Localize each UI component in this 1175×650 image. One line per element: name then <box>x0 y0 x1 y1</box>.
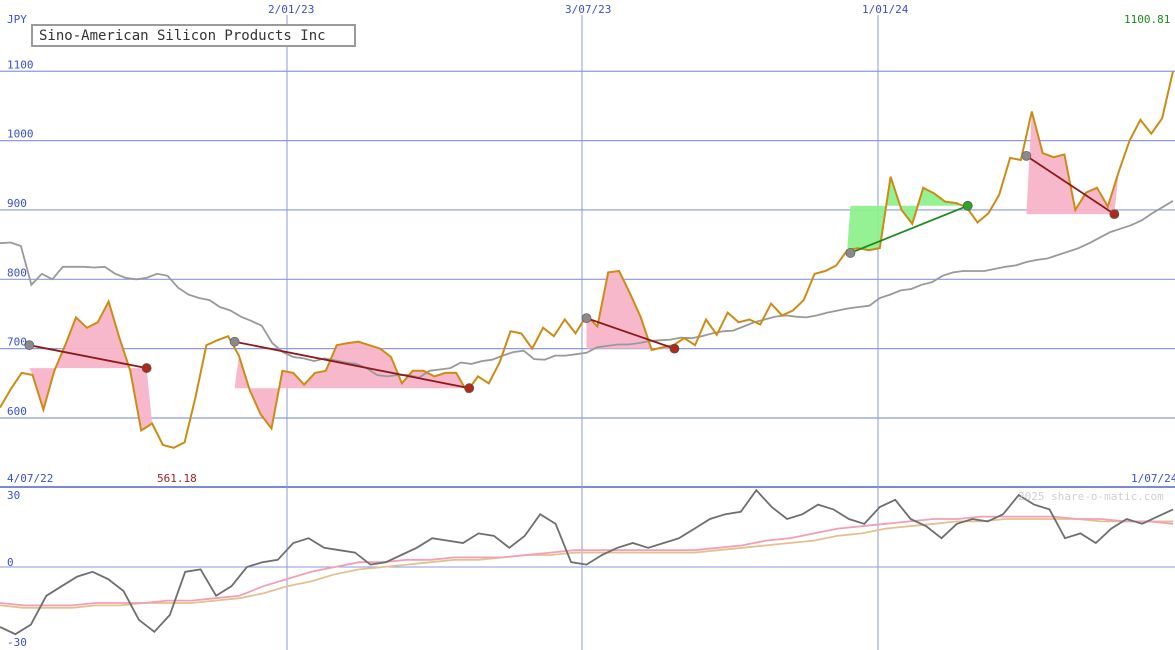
indicator-panel <box>0 488 1174 636</box>
chart-title: Sino-American Silicon Products Inc <box>31 24 356 47</box>
signal-start-dot <box>845 248 856 258</box>
signal-start-dot <box>1021 150 1032 161</box>
low-value-label: 561.18 <box>157 472 197 485</box>
y-tick-label: 600 <box>7 405 27 418</box>
signal-end-dot <box>962 200 973 211</box>
y-tick-label: 900 <box>7 197 27 210</box>
signal-fills <box>29 111 1119 431</box>
signal-end-dot <box>1109 209 1120 220</box>
stock-chart: JPY 1100.81 2/01/23 3/07/23 1/01/24 4/07… <box>0 3 1175 650</box>
y-tick-label: 1100 <box>7 58 34 71</box>
start-date-label: 4/07/22 <box>7 472 53 485</box>
indicator-tick-label: -30 <box>7 636 27 649</box>
end-date-label: 1/07/24 <box>1131 472 1175 485</box>
indicator-line <box>0 488 1174 636</box>
indicator-line <box>0 515 1174 607</box>
date-label-3: 1/01/24 <box>862 3 909 16</box>
signal-end-dot <box>141 363 152 373</box>
y-tick-label: 700 <box>7 336 27 349</box>
signal-start-dot <box>581 313 592 324</box>
signal-fill <box>234 341 470 429</box>
series-line <box>0 71 1174 449</box>
y-tick-label: 800 <box>7 266 27 279</box>
signal-end-dot <box>669 343 680 354</box>
indicator-tick-label: 30 <box>7 489 20 502</box>
date-label-2: 3/07/23 <box>565 3 611 16</box>
series-lines <box>0 71 1174 449</box>
currency-label: JPY <box>7 13 27 26</box>
signal-end-dot <box>464 383 475 394</box>
signal-start-dot <box>229 336 240 347</box>
watermark: 2025 share-o-matic.com <box>1018 490 1164 503</box>
y-tick-label: 1000 <box>7 128 34 141</box>
last-value-label: 1100.81 <box>1124 13 1170 26</box>
series-line <box>0 200 1174 379</box>
indicator-line <box>0 518 1173 609</box>
indicator-tick-label: 0 <box>7 556 14 569</box>
date-label-1: 2/01/23 <box>268 3 314 16</box>
